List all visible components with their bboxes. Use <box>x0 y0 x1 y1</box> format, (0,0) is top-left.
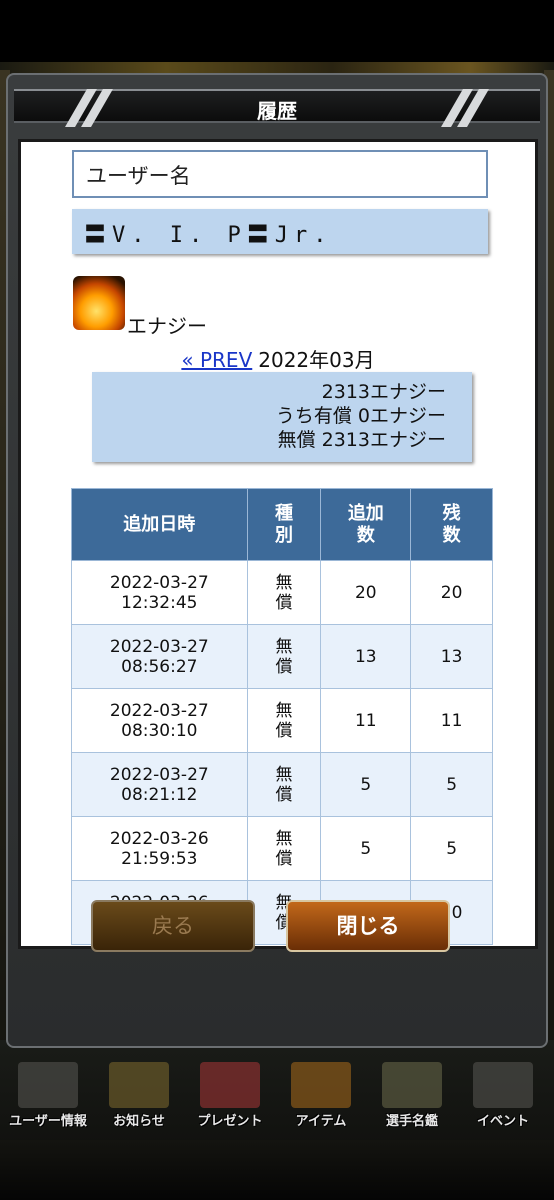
row-added: 5 <box>320 752 412 817</box>
currency-name: エナジー <box>127 314 207 338</box>
row-type: 無償 <box>246 752 322 817</box>
nav-item-label: アイテム <box>295 1114 347 1129</box>
bat-ball-icon <box>473 1062 533 1108</box>
nav-item-news[interactable]: お知らせ <box>95 1062 183 1132</box>
row-remain: 11 <box>410 688 493 753</box>
close-button[interactable]: 閉じる <box>286 900 450 952</box>
header-added: 追加数 <box>320 488 412 561</box>
row-datetime: 2022-03-27 12:32:45 <box>71 560 248 625</box>
dialog-title-bar: 履歴 <box>14 89 540 127</box>
row-added: 11 <box>320 688 412 753</box>
row-remain: 5 <box>410 752 493 817</box>
row-remain: 5 <box>410 816 493 881</box>
dialog-title: 履歴 <box>257 99 297 123</box>
nav-item-label: ユーザー情報 <box>9 1114 87 1129</box>
history-content[interactable]: ユーザー名 〓V. I. P〓Jr. エナジー « PREV 2022年03月 2… <box>18 139 538 949</box>
row-datetime: 2022-03-27 08:21:12 <box>71 752 248 817</box>
row-type: 無償 <box>246 624 322 689</box>
row-type: 無償 <box>246 560 322 625</box>
table-header-row: 追加日時 種別 追加数 残数 <box>71 488 493 561</box>
player-book-icon <box>382 1062 442 1108</box>
nav-item-user-info[interactable]: ユーザー情報 <box>4 1062 92 1132</box>
nav-item-gift[interactable]: プレゼント <box>186 1062 274 1132</box>
table-row: 2022-03-27 12:32:45 無償 20 20 <box>71 560 493 625</box>
row-added: 20 <box>320 560 412 625</box>
summary-free: 無償 2313エナジー <box>277 429 446 451</box>
table-row: 2022-03-27 08:21:12 無償 5 5 <box>71 752 493 817</box>
nav-item-player-book[interactable]: 選手名鑑 <box>368 1062 456 1132</box>
nav-item-item-card[interactable]: アイテム <box>277 1062 365 1132</box>
summary-paid: うち有償 0エナジー <box>275 405 446 427</box>
energy-summary: 2313エナジー うち有償 0エナジー 無償 2313エナジー <box>92 372 472 462</box>
row-remain: 20 <box>410 560 493 625</box>
nav-item-label: イベント <box>476 1114 529 1129</box>
news-icon <box>109 1062 169 1108</box>
nav-item-label: 選手名鑑 <box>385 1114 438 1129</box>
nav-item-label: プレゼント <box>197 1114 263 1129</box>
row-datetime: 2022-03-27 08:56:27 <box>71 624 248 689</box>
table-row: 2022-03-27 08:30:10 無償 11 11 <box>71 688 493 753</box>
bottom-nav: ユーザー情報 お知らせ プレゼント アイテム 選手名鑑 イベント <box>0 1062 554 1134</box>
gift-icon <box>200 1062 260 1108</box>
history-table: 追加日時 種別 追加数 残数 2022-03-27 12:32:45 無償 20 20 2… <box>71 488 493 945</box>
username-value: 〓V. I. P〓Jr. <box>72 209 488 254</box>
table-row: 2022-03-26 21:59:53 無償 5 5 <box>71 816 493 881</box>
prev-month-link[interactable]: « PREV <box>181 348 252 372</box>
row-remain: 13 <box>410 624 493 689</box>
row-datetime: 2022-03-26 21:59:53 <box>71 816 248 881</box>
back-button[interactable]: 戻る <box>91 900 255 952</box>
user-info-icon <box>18 1062 78 1108</box>
month-navigation: « PREV 2022年03月 <box>21 344 535 373</box>
username-label: ユーザー名 <box>72 150 488 198</box>
item-card-icon <box>291 1062 351 1108</box>
header-date: 追加日時 <box>71 488 248 561</box>
energy-fireball-icon <box>73 276 125 330</box>
row-added: 13 <box>320 624 412 689</box>
row-type: 無償 <box>246 816 322 881</box>
header-type: 種別 <box>246 488 322 561</box>
nav-item-label: お知らせ <box>113 1114 165 1129</box>
current-month: 2022年03月 <box>258 348 375 372</box>
summary-total: 2313エナジー <box>321 381 446 403</box>
nav-item-bat-ball[interactable]: イベント <box>459 1062 547 1132</box>
history-dialog: 履歴 ユーザー名 〓V. I. P〓Jr. エナジー « PREV 2022年03… <box>6 73 548 1048</box>
row-datetime: 2022-03-27 08:30:10 <box>71 688 248 753</box>
row-type: 無償 <box>246 688 322 753</box>
background-top <box>0 0 554 70</box>
row-added: 5 <box>320 816 412 881</box>
header-remain: 残数 <box>410 488 493 561</box>
table-row: 2022-03-27 08:56:27 無償 13 13 <box>71 624 493 689</box>
bottom-bar <box>0 1140 554 1200</box>
